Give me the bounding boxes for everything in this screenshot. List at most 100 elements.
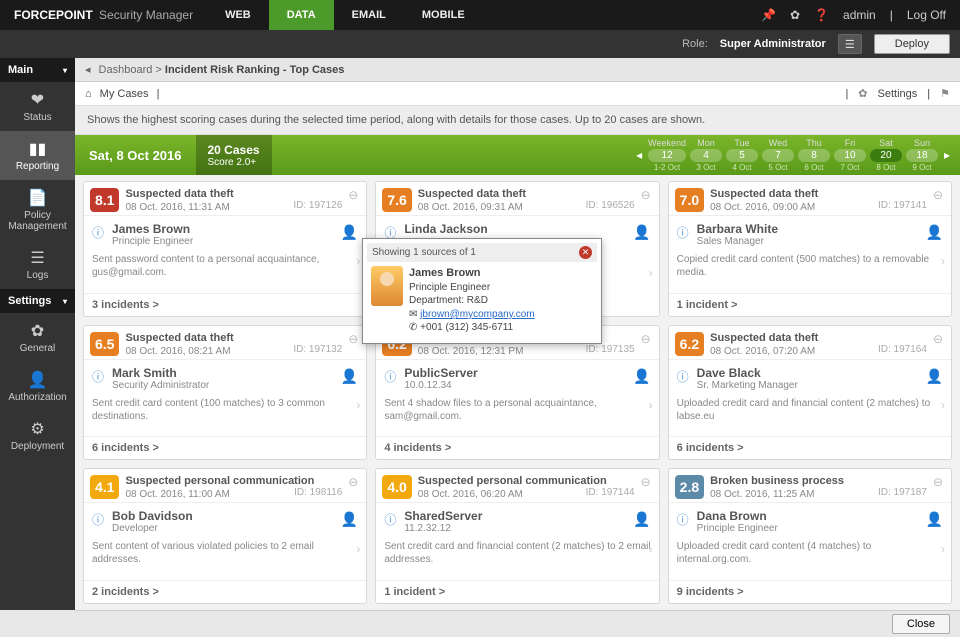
card-action-icon[interactable]: ⊖: [933, 188, 943, 202]
case-time: 08 Oct. 2016, 12:31 PM: [418, 346, 524, 357]
flag-icon[interactable]: ⚑: [940, 87, 950, 100]
risk-score-badge: 4.0: [382, 475, 411, 499]
help-icon[interactable]: ❓: [814, 8, 829, 22]
timeline-day[interactable]: Wed75 Oct: [762, 138, 794, 172]
info-icon[interactable]: ⓘ: [92, 224, 104, 241]
case-title: Suspected data theft: [125, 188, 342, 200]
incidents-link[interactable]: 2 incidents >: [84, 580, 366, 603]
card-action-icon[interactable]: ⊖: [641, 475, 651, 489]
timeline-prev-icon[interactable]: ◂: [634, 148, 644, 162]
incidents-link[interactable]: 1 incident >: [376, 580, 658, 603]
card-action-icon[interactable]: ⊖: [641, 188, 651, 202]
timeline-day[interactable]: Tue54 Oct: [726, 138, 758, 172]
case-id: ID: 197144: [586, 487, 635, 500]
incidents-link[interactable]: 4 incidents >: [376, 436, 658, 459]
info-icon[interactable]: ⓘ: [677, 368, 689, 385]
risk-score-badge: 8.1: [90, 188, 119, 212]
sidebar-section-main[interactable]: Main ▾: [0, 58, 75, 82]
timeline-day[interactable]: Thu86 Oct: [798, 138, 830, 172]
case-description: Sent content of various violated policie…: [92, 540, 358, 566]
settings-gear-icon[interactable]: ✿: [858, 87, 867, 100]
card-action-icon[interactable]: ⊖: [933, 332, 943, 346]
mycases-link[interactable]: My Cases: [100, 88, 149, 100]
expand-icon[interactable]: ›: [649, 266, 653, 280]
gear-icon[interactable]: ✿: [790, 8, 800, 22]
case-time: 08 Oct. 2016, 06:20 AM: [418, 489, 523, 500]
card-action-icon[interactable]: ⊖: [348, 332, 358, 346]
sidebar-item-logs[interactable]: ☰Logs: [0, 240, 75, 289]
close-button[interactable]: Close: [892, 614, 950, 634]
timeline-day[interactable]: Sat208 Oct: [870, 138, 902, 172]
card-action-icon[interactable]: ⊖: [641, 332, 651, 346]
person-name: Linda Jackson: [404, 222, 650, 236]
topnav-item-email[interactable]: EMAIL: [334, 0, 404, 30]
topnav-item-mobile[interactable]: MOBILE: [404, 0, 483, 30]
info-icon[interactable]: ⓘ: [92, 368, 104, 385]
incidents-link[interactable]: 6 incidents >: [669, 436, 951, 459]
incidents-link[interactable]: 3 incidents >: [84, 293, 366, 316]
expand-icon[interactable]: ›: [941, 254, 945, 268]
card-action-icon[interactable]: ⊖: [933, 475, 943, 489]
timeline-day[interactable]: Weekend121-2 Oct: [648, 138, 686, 172]
topnav-item-web[interactable]: WEB: [207, 0, 269, 30]
case-description: Sent credit card content (100 matches) t…: [92, 397, 358, 423]
user-icon: 👤: [633, 368, 650, 385]
breadcrumb-root[interactable]: Dashboard: [99, 64, 153, 76]
back-arrow-icon[interactable]: ◂: [85, 63, 91, 76]
popup-close-icon[interactable]: ✕: [579, 246, 592, 259]
case-description: Sent 4 shadow files to a personal acquai…: [384, 397, 650, 423]
card-action-icon[interactable]: ⊖: [348, 475, 358, 489]
deploy-button[interactable]: Deploy: [874, 34, 950, 54]
sidebar-item-label: Logs: [27, 270, 49, 281]
expand-icon[interactable]: ›: [649, 398, 653, 412]
info-icon[interactable]: ⓘ: [384, 368, 396, 385]
top-bar-right: 📌 ✿ ❓ admin | Log Off: [761, 0, 960, 30]
info-icon[interactable]: ⓘ: [384, 511, 396, 528]
popup-email[interactable]: jbrown@mycompany.com: [420, 309, 534, 320]
role-icon-button[interactable]: ☰: [838, 34, 862, 54]
pin-icon[interactable]: 📌: [761, 8, 776, 22]
sidebar-item-deployment[interactable]: ⚙Deployment: [0, 411, 75, 460]
person-role: Sr. Marketing Manager: [697, 380, 943, 391]
card-action-icon[interactable]: ⊖: [348, 188, 358, 202]
sidebar-item-label: Authorization: [8, 392, 66, 403]
home-icon[interactable]: ⌂: [85, 88, 92, 100]
expand-icon[interactable]: ›: [941, 542, 945, 556]
day-date: 9 Oct: [906, 163, 938, 172]
sidebar-section-settings[interactable]: Settings ▾: [0, 289, 75, 313]
day-of-week: Weekend: [648, 138, 686, 148]
timeline-next-icon[interactable]: ▸: [942, 148, 952, 162]
risk-score-badge: 4.1: [90, 475, 119, 499]
admin-link[interactable]: admin: [843, 8, 876, 22]
case-description: Sent credit card and financial content (…: [384, 540, 650, 566]
incidents-link[interactable]: 6 incidents >: [84, 436, 366, 459]
caret-down-icon: ▾: [63, 297, 67, 306]
info-icon[interactable]: ⓘ: [677, 224, 689, 241]
info-icon[interactable]: ⓘ: [677, 511, 689, 528]
timeline-day[interactable]: Sun189 Oct: [906, 138, 938, 172]
sidebar-item-authorization[interactable]: 👤Authorization: [0, 362, 75, 411]
expand-icon[interactable]: ›: [649, 542, 653, 556]
sidebar-item-reporting[interactable]: ▮▮Reporting: [0, 131, 75, 180]
timeline-day[interactable]: Mon43 Oct: [690, 138, 722, 172]
logoff-link[interactable]: Log Off: [907, 8, 946, 22]
day-of-week: Fri: [834, 138, 866, 148]
case-title: Suspected data theft: [710, 332, 927, 344]
source-popup: Showing 1 sources of 1 ✕ James Brown Pri…: [362, 238, 602, 344]
expand-icon[interactable]: ›: [941, 398, 945, 412]
day-count: 10: [834, 149, 866, 162]
expand-icon[interactable]: ›: [356, 398, 360, 412]
day-count: 7: [762, 149, 794, 162]
expand-icon[interactable]: ›: [356, 254, 360, 268]
timeline-day[interactable]: Fri107 Oct: [834, 138, 866, 172]
sidebar-item-status[interactable]: ❤Status: [0, 82, 75, 131]
incidents-link[interactable]: 9 incidents >: [669, 580, 951, 603]
topnav-item-data[interactable]: DATA: [269, 0, 334, 30]
incidents-link[interactable]: 1 incident >: [669, 293, 951, 316]
settings-link[interactable]: Settings: [878, 88, 918, 100]
info-icon[interactable]: ⓘ: [92, 511, 104, 528]
day-date: 4 Oct: [726, 163, 758, 172]
expand-icon[interactable]: ›: [356, 542, 360, 556]
sidebar-item-policy-management[interactable]: 📄Policy Management: [0, 180, 75, 240]
sidebar-item-general[interactable]: ✿General: [0, 313, 75, 362]
